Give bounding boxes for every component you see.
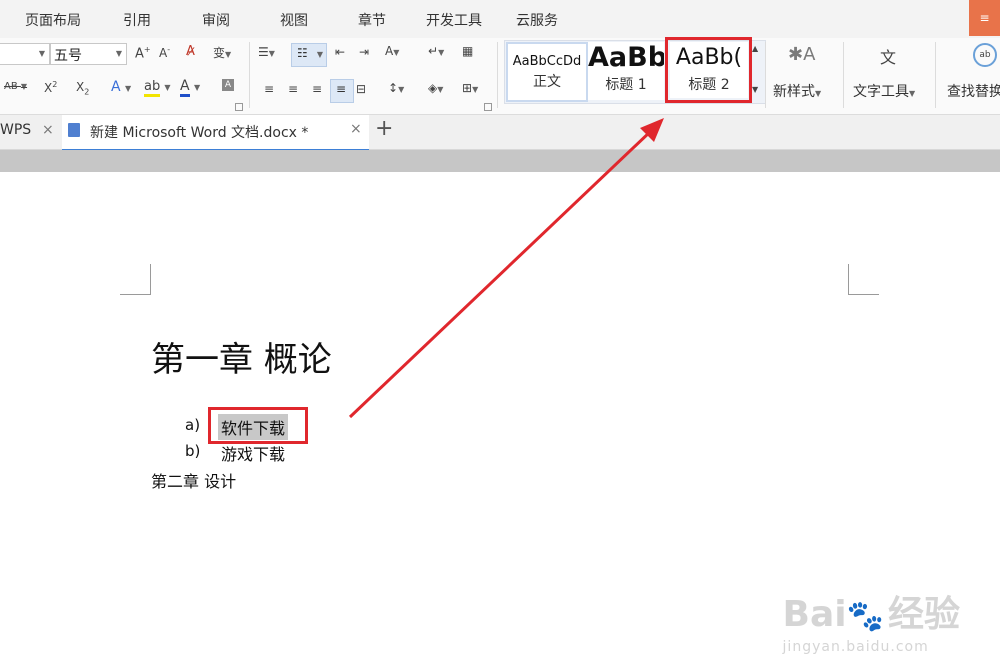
annotation-arrow (348, 118, 664, 419)
arrow-line (348, 128, 654, 419)
watermark-brand: Bai (782, 594, 847, 635)
watermark-brand-suffix: 经验 (887, 594, 960, 635)
paw-icon: 🐾 (846, 599, 884, 634)
baidu-watermark: Bai🐾 经验 jingyan.baidu.com (783, 585, 960, 655)
watermark-url: jingyan.baidu.com (782, 639, 929, 655)
